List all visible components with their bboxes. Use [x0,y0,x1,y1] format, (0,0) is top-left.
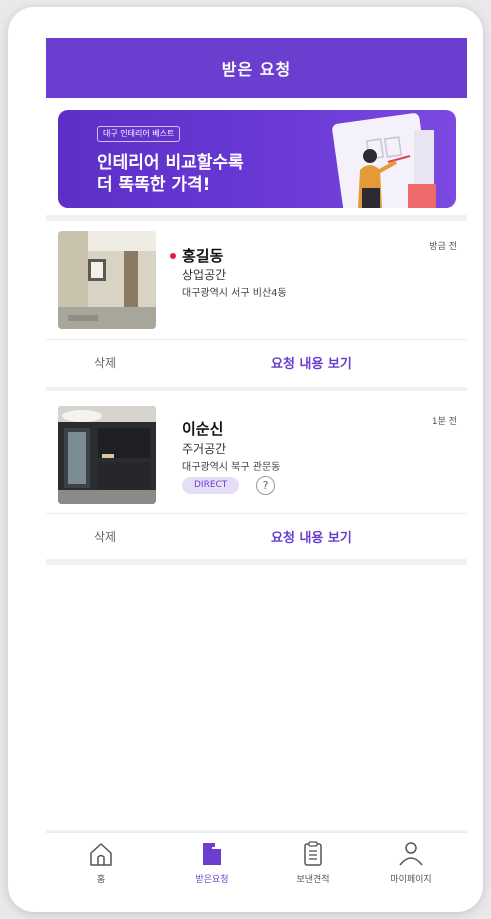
delete-button[interactable]: 삭제 [94,528,116,545]
direct-badge: DIRECT [182,477,240,494]
requester-row: 홍길동 [170,245,223,266]
space-photo [58,406,156,504]
requester-name: 홍길동 [182,247,224,265]
nav-home[interactable]: 홈 [61,841,141,885]
user-icon [399,842,423,866]
clipboard-icon [304,841,322,866]
requester-name: 이순신 [182,420,224,438]
folder-icon [203,843,221,865]
home-icon [90,843,112,866]
nav-label: 마이페이지 [390,875,432,885]
nav-sent-quotes[interactable]: 보낸견적 [273,841,353,885]
banner-illustration [332,113,436,208]
card-actions: 삭제 요청 내용 보기 [46,513,467,557]
bottom-nav: 홈 받은요청 보낸견적 마이페이지 [46,832,467,898]
app-header: 받은 요청 [46,38,467,98]
space-photo [58,231,156,329]
empty-list-area [46,565,467,830]
nav-label: 받은요청 [195,875,229,885]
banner-headline-2: 더 똑똑한 가격! [97,175,211,195]
request-time: 방금 전 [429,242,457,252]
page-title: 받은 요청 [221,60,292,79]
space-category: 주거공간 [182,442,227,456]
space-category: 상업공간 [182,268,227,282]
delete-button[interactable]: 삭제 [94,354,116,371]
unread-indicator [170,252,176,259]
request-address: 대구광역시 북구 관문동 [182,462,281,473]
help-icon[interactable]: ? [256,476,275,495]
view-request-button[interactable]: 요청 내용 보기 [271,353,352,372]
nav-label: 보낸견적 [296,875,330,885]
request-card[interactable]: 이순신 주거공간 대구광역시 북구 관문동 1분 전 DIRECT ? 삭제 요… [46,391,467,559]
banner-tag: 대구 인테리어 베스트 [97,126,181,142]
nav-my-page[interactable]: 마이페이지 [371,841,451,885]
request-address: 대구광역시 서구 비산4동 [182,288,287,299]
request-time: 1분 전 [431,417,457,427]
promo-banner[interactable]: 대구 인테리어 베스트 인테리어 비교할수록 더 똑똑한 가격! [58,110,456,208]
card-actions: 삭제 요청 내용 보기 [46,339,467,383]
app-screen: 받은 요청 대구 인테리어 베스트 인테리어 비교할수록 더 똑똑한 가격! 홍… [46,38,467,898]
request-card[interactable]: 홍길동 상업공간 대구광역시 서구 비산4동 방금 전 삭제 요청 내용 보기 [46,221,467,387]
banner-section: 대구 인테리어 베스트 인테리어 비교할수록 더 똑똑한 가격! [46,98,467,215]
nav-label: 홈 [96,875,106,885]
requester-row: 이순신 [182,418,223,439]
nav-received-requests[interactable]: 받은요청 [172,841,252,885]
view-request-button[interactable]: 요청 내용 보기 [271,527,352,546]
phone-frame: 받은 요청 대구 인테리어 베스트 인테리어 비교할수록 더 똑똑한 가격! 홍… [8,7,483,912]
